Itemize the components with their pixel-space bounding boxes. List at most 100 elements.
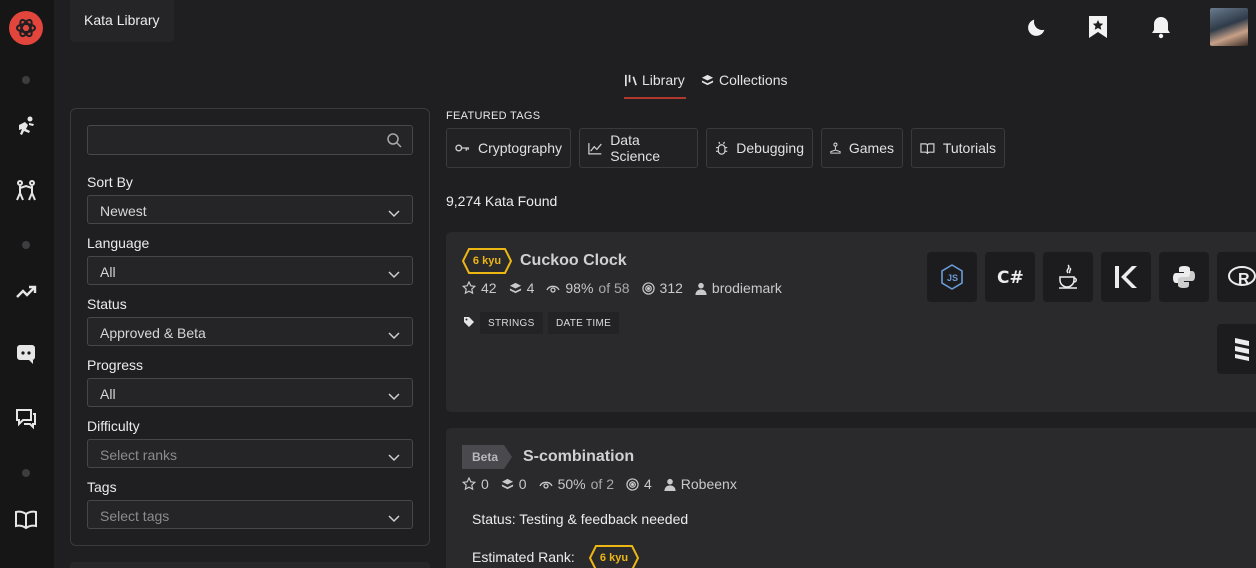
eye-icon bbox=[539, 481, 553, 489]
author-stat[interactable]: brodiemark bbox=[695, 280, 782, 296]
layers-icon bbox=[701, 74, 714, 85]
collections-stat: 0 bbox=[501, 476, 527, 492]
tab-library[interactable]: Library bbox=[624, 72, 685, 88]
app-name: Kata Library bbox=[70, 0, 174, 42]
bookmark-star-icon[interactable] bbox=[1085, 14, 1111, 40]
tags-placeholder: Select tags bbox=[100, 508, 170, 524]
tag-data-science[interactable]: Data Science bbox=[579, 128, 698, 168]
tag-debugging[interactable]: Debugging bbox=[706, 128, 813, 168]
sort-by-select[interactable]: Newest bbox=[87, 195, 413, 224]
tag-cryptography-label: Cryptography bbox=[477, 140, 562, 156]
status-label: Status: bbox=[472, 511, 516, 527]
kotlin-icon[interactable] bbox=[1101, 252, 1151, 302]
tag-icon bbox=[463, 315, 475, 333]
discussions-icon[interactable] bbox=[13, 405, 39, 431]
star-icon bbox=[462, 477, 476, 491]
sort-by-value: Newest bbox=[100, 203, 147, 219]
target-icon bbox=[626, 477, 639, 491]
r-icon[interactable]: R bbox=[1217, 252, 1256, 302]
chevron-down-icon bbox=[388, 510, 400, 526]
satisfaction-stat: 98% of 58 bbox=[546, 280, 630, 296]
kata-title[interactable]: S-combination bbox=[523, 448, 634, 466]
author-name[interactable]: Robeenx bbox=[681, 476, 737, 492]
kata-title[interactable]: Cuckoo Clock bbox=[520, 252, 627, 270]
target-icon bbox=[641, 281, 655, 295]
sort-by-label: Sort By bbox=[87, 174, 133, 190]
docs-icon[interactable] bbox=[13, 506, 39, 532]
rail-divider-dot bbox=[22, 76, 30, 84]
discord-icon[interactable] bbox=[13, 341, 39, 367]
user-avatar[interactable] bbox=[1210, 8, 1248, 46]
chevron-down-icon bbox=[388, 205, 400, 221]
difficulty-select[interactable]: Select ranks bbox=[87, 439, 413, 468]
python-icon[interactable] bbox=[1159, 252, 1209, 302]
completed-stat: 312 bbox=[641, 280, 683, 296]
kata-tag[interactable]: STRINGS bbox=[480, 312, 543, 334]
author-name[interactable]: brodiemark bbox=[712, 280, 782, 296]
search-input[interactable] bbox=[87, 125, 413, 155]
satisfaction-percent: 98% bbox=[565, 280, 594, 296]
stars-stat: 0 bbox=[462, 476, 489, 492]
tag-tutorials-label: Tutorials bbox=[942, 140, 996, 156]
status-value: Testing & feedback needed bbox=[519, 511, 689, 527]
user-icon bbox=[695, 282, 707, 295]
kata-tag[interactable]: DATE TIME bbox=[548, 312, 620, 334]
javascript-icon[interactable]: JS bbox=[927, 252, 977, 302]
tag-games-label: Games bbox=[848, 140, 894, 156]
logo-icon[interactable] bbox=[9, 11, 43, 45]
active-tab-indicator bbox=[624, 97, 686, 99]
tag-games[interactable]: Games bbox=[821, 128, 903, 168]
stars-stat: 42 bbox=[462, 280, 497, 296]
language-select[interactable]: All bbox=[87, 256, 413, 285]
layers-icon bbox=[509, 282, 521, 293]
difficulty-label: Difficulty bbox=[87, 418, 140, 434]
chevron-down-icon bbox=[388, 266, 400, 282]
layers-icon bbox=[501, 478, 513, 489]
author-stat[interactable]: Robeenx bbox=[664, 476, 737, 492]
bell-icon[interactable] bbox=[1148, 14, 1174, 40]
sparring-icon[interactable] bbox=[13, 178, 39, 204]
language-value: All bbox=[100, 264, 116, 280]
satisfaction-percent: 50% bbox=[557, 476, 586, 492]
progress-select[interactable]: All bbox=[87, 378, 413, 407]
filter-panel: Sort By Newest Language All Status Appro… bbox=[70, 108, 430, 546]
svg-text:C#: C# bbox=[997, 268, 1024, 287]
csharp-icon[interactable]: C# bbox=[985, 252, 1035, 302]
book-icon bbox=[920, 142, 935, 154]
joystick-icon bbox=[830, 142, 841, 154]
kata-stats: 42 4 98% of 58 312 brodiemark bbox=[462, 280, 794, 296]
stars-count: 42 bbox=[481, 280, 497, 296]
language-label: Language bbox=[87, 235, 150, 251]
chevron-down-icon bbox=[388, 327, 400, 343]
java-icon[interactable] bbox=[1043, 252, 1093, 302]
user-icon bbox=[664, 478, 676, 491]
status-select[interactable]: Approved & Beta bbox=[87, 317, 413, 346]
tags-select[interactable]: Select tags bbox=[87, 500, 413, 529]
tags-label: Tags bbox=[87, 479, 117, 495]
library-icon bbox=[625, 74, 637, 86]
tag-cryptography[interactable]: Cryptography bbox=[446, 128, 571, 168]
chevron-down-icon bbox=[388, 449, 400, 465]
rail-divider-dot bbox=[22, 241, 30, 249]
completed-count: 312 bbox=[659, 280, 683, 296]
leaderboard-icon[interactable] bbox=[13, 278, 39, 304]
tag-data-science-label: Data Science bbox=[610, 132, 660, 164]
beta-badge: Beta bbox=[462, 445, 512, 469]
tab-library-label: Library bbox=[642, 72, 685, 88]
svg-text:JS: JS bbox=[947, 273, 958, 283]
chevron-down-icon bbox=[388, 388, 400, 404]
bug-icon bbox=[716, 141, 728, 155]
progress-value: All bbox=[100, 386, 116, 402]
moon-icon[interactable] bbox=[1024, 14, 1050, 40]
train-icon[interactable] bbox=[13, 114, 39, 140]
kata-stats: 0 0 50% of 2 4 Robeenx bbox=[462, 476, 749, 492]
tag-tutorials[interactable]: Tutorials bbox=[911, 128, 1005, 168]
completed-stat: 4 bbox=[626, 476, 652, 492]
scala-icon[interactable] bbox=[1217, 324, 1256, 374]
star-icon bbox=[462, 281, 476, 295]
tab-collections[interactable]: Collections bbox=[701, 72, 787, 88]
eye-icon bbox=[546, 285, 560, 293]
featured-tags-title: FEATURED TAGS bbox=[446, 110, 541, 122]
completed-count: 4 bbox=[643, 476, 652, 492]
rail-divider-dot bbox=[22, 469, 30, 477]
